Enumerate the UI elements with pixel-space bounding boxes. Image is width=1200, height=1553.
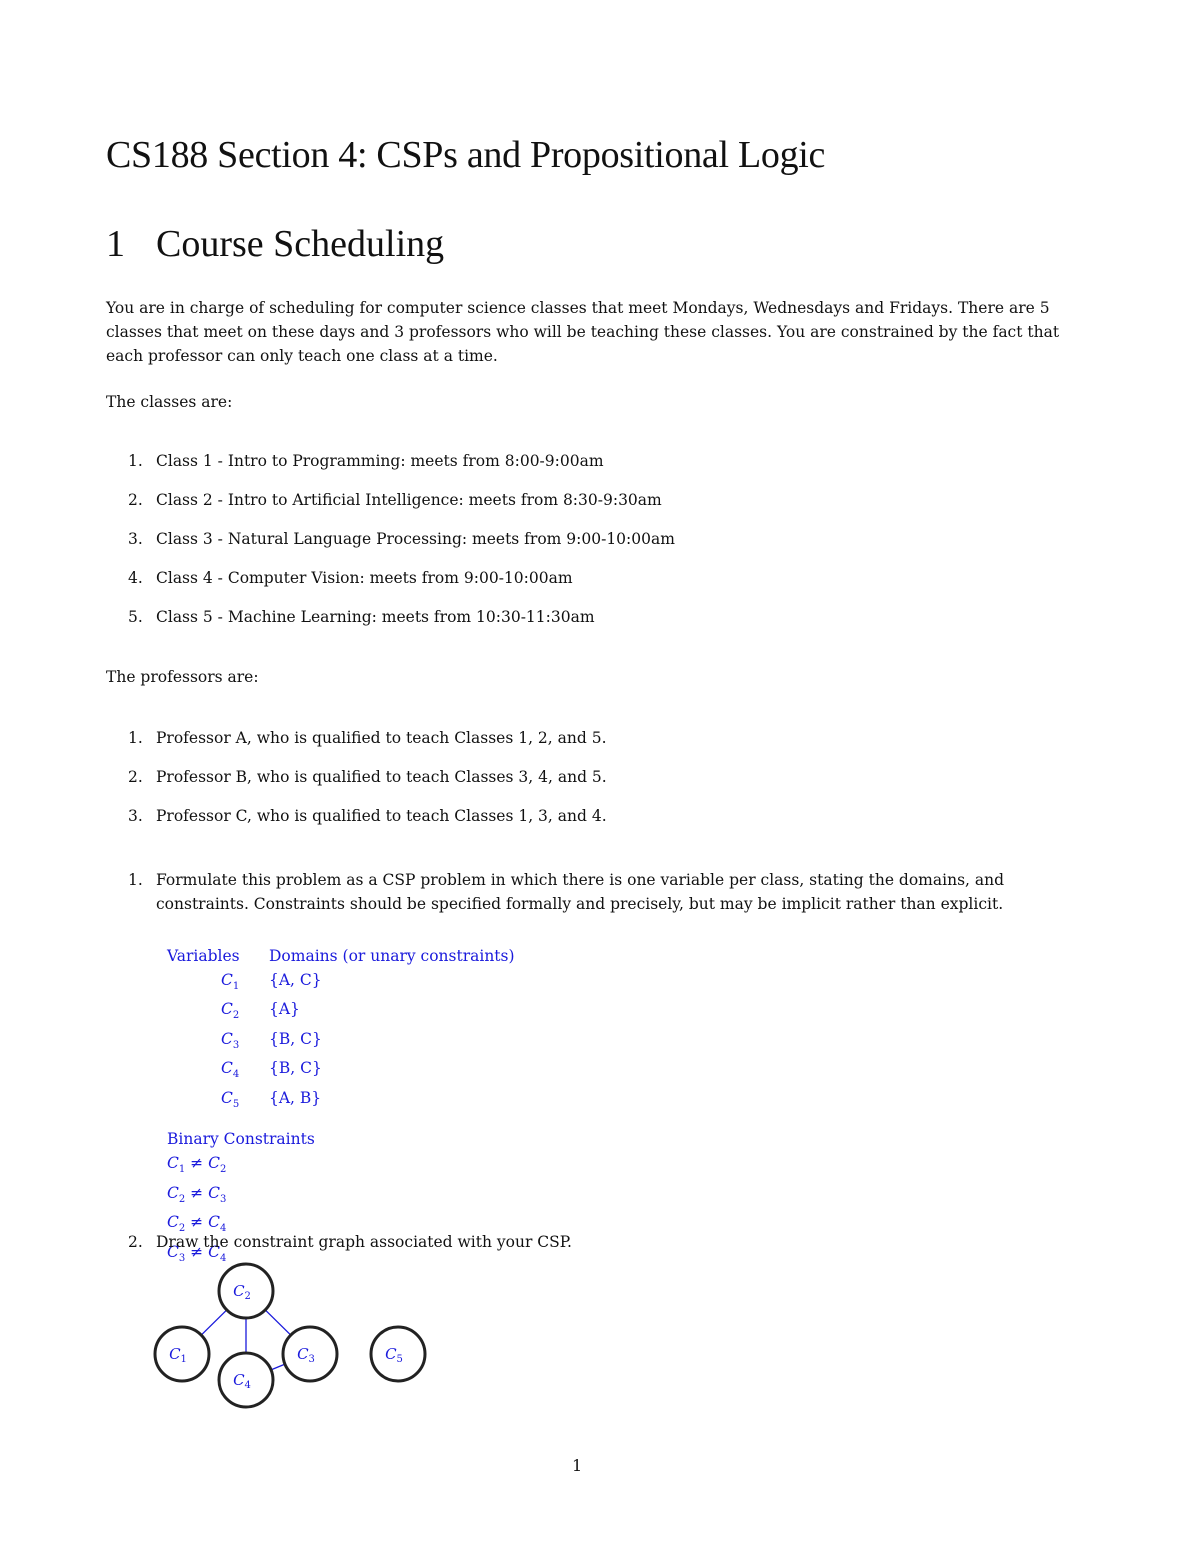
list-item: 1. Class 1 - Intro to Programming: meets … — [128, 452, 604, 470]
list-item: 5. Class 5 - Machine Learning: meets from… — [128, 608, 595, 626]
list-item: 4. Class 4 - Computer Vision: meets from … — [128, 569, 573, 587]
list-item: 3. Class 3 - Natural Language Processing:… — [128, 530, 675, 548]
question-1: 1. Formulate this problem as a CSP probl… — [128, 871, 1005, 913]
list-item: 2. Professor B, who is qualified to teach… — [128, 768, 607, 786]
graph-node-C1: C1 — [153, 1325, 211, 1383]
question-2: 2. Draw the constraint graph associated … — [128, 1233, 572, 1251]
domain-row: C2 {A} — [221, 1000, 300, 1022]
graph-edge-C1-C2 — [200, 1309, 228, 1336]
page-number: 1 — [572, 1456, 583, 1475]
graph-node-C4: C4 — [217, 1351, 275, 1409]
section-title: Course Scheduling — [156, 223, 445, 265]
solution-block: Variables Domains (or unary constraints)… — [167, 945, 515, 1270]
binary-constraint: C2 ≠ C3 — [167, 1183, 227, 1205]
domain-row: C1 {A, C} — [221, 970, 322, 992]
domain-row: C3 {B, C} — [221, 1029, 322, 1051]
list-item: 1. Professor A, who is qualified to teach… — [128, 729, 607, 747]
domains-header: Domains (or unary constraints) — [269, 947, 515, 965]
domain-row: C4 {B, C} — [221, 1059, 322, 1081]
graph-node-C5: C5 — [369, 1325, 427, 1383]
graph-edge-C3-C4 — [270, 1363, 286, 1371]
page-title: CS188 Section 4: CSPs and Propositional … — [106, 134, 826, 176]
classes-list: 1. Class 1 - Intro to Programming: meets … — [128, 449, 675, 644]
domain-row: C5 {A, B} — [221, 1088, 322, 1110]
professors-list: 1. Professor A, who is qualified to teach… — [128, 726, 607, 843]
graph-node-C3: C3 — [281, 1325, 339, 1383]
graph-node-C2: C2 — [217, 1262, 275, 1320]
solution-header-row: Variables Domains (or unary constraints) — [167, 945, 515, 969]
intro-paragraph: You are in charge of scheduling for comp… — [106, 299, 1060, 365]
list-item: 2. Class 2 - Intro to Artificial Intellig… — [128, 491, 662, 509]
section-number: 1 — [106, 223, 125, 265]
professors-label: The professors are: — [106, 668, 259, 686]
binary-constraints-header: Binary Constraints — [167, 1130, 315, 1149]
constraint-graph: C2C1C4C3 C5 — [153, 1262, 427, 1409]
classes-label: The classes are: — [106, 393, 233, 411]
graph-edge-C2-C3 — [264, 1309, 292, 1336]
binary-constraint: C1 ≠ C2 — [167, 1153, 227, 1176]
section-heading: 1 Course Scheduling — [106, 222, 444, 266]
variables-header: Variables — [167, 947, 240, 965]
list-item: 3. Professor C, who is qualified to teach… — [128, 807, 607, 825]
